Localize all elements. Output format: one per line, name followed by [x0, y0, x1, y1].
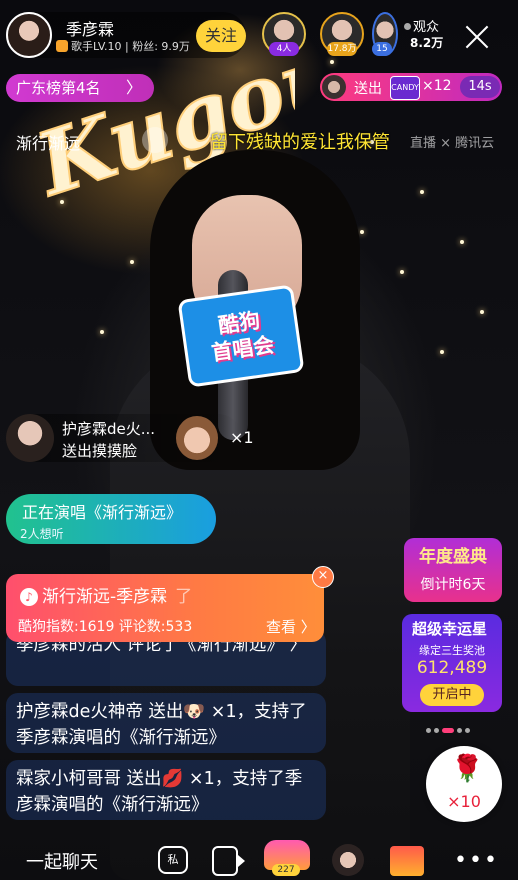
crown-count: 227	[272, 864, 300, 876]
light-dot	[440, 350, 444, 354]
candy-gift-icon: CANDY	[390, 76, 420, 100]
rose-icon: 🌹	[451, 754, 484, 784]
watermark: 直播 × 腾讯云	[410, 136, 495, 151]
gift-notice: 送出 CANDY ×12 14s	[320, 73, 502, 101]
close-icon[interactable]	[462, 22, 492, 52]
timer-badge: 14s	[460, 76, 500, 98]
close-icon[interactable]: ×	[312, 566, 334, 588]
sender-avatar	[322, 75, 346, 99]
carousel-dots	[426, 718, 473, 737]
rank-badge[interactable]: 广东榜第4名〉	[6, 74, 154, 102]
host-stats: 歌手LV.10 | 粉丝: 9.9万	[56, 38, 190, 54]
chevron-right-icon: 〉	[125, 78, 142, 97]
audience-count: 8.2万	[410, 36, 444, 50]
gift-popup: 护彦霖de火... 送出摸摸脸 ×1	[6, 414, 254, 462]
lyric-previous: 渐行渐远	[16, 134, 81, 153]
audience-label[interactable]: 观众	[404, 16, 439, 35]
light-dot	[460, 240, 464, 244]
dog-gift-icon	[176, 416, 218, 460]
level-icon	[56, 40, 68, 52]
viewer-badge: 17.8万	[327, 42, 357, 56]
light-dot	[100, 330, 104, 334]
now-singing[interactable]: 正在演唱《渐行渐远》 2人想听	[6, 494, 216, 544]
view-button[interactable]: 查看 〉	[266, 616, 316, 637]
heart-icon[interactable]	[142, 127, 168, 153]
song-stats: 酷狗指数:1619 评论数:533	[18, 619, 193, 635]
viewer-badge: 15	[372, 42, 392, 56]
viewer-badge: 4人	[269, 42, 299, 56]
light-dot	[130, 260, 134, 264]
host-name: 季彦霖	[66, 20, 115, 39]
light-dot	[480, 310, 484, 314]
chat-message[interactable]: 护彦霖de火神帝 送出🐶 ×1，支持了季彦霖演唱的《渐行渐远》	[6, 693, 326, 753]
light-dot	[400, 270, 404, 274]
lucky-star-banner[interactable]: 超级幸运星 缘定三生奖池 612,489 开启中	[402, 614, 502, 712]
video-icon[interactable]	[212, 846, 245, 876]
mic-flag: 酷狗 首唱会	[177, 284, 305, 388]
chat-input[interactable]: 一起聊天	[26, 848, 98, 874]
chat-message[interactable]: 霖家小柯哥哥 送出💋 ×1，支持了季彦霖演唱的《渐行渐远》	[6, 760, 326, 820]
song-card[interactable]: ♪ 渐行渐远-季彦霖了 酷狗指数:1619 评论数:533 查看 〉 ×	[6, 566, 334, 642]
light-dot	[60, 200, 64, 204]
open-button[interactable]: 开启中	[420, 684, 484, 706]
sender-avatar[interactable]	[6, 414, 54, 462]
follow-button[interactable]: 关注	[196, 20, 246, 52]
user-avatar[interactable]	[332, 844, 364, 876]
light-dot	[420, 190, 424, 194]
annual-event-banner[interactable]: 年度盛典 倒计时6天	[404, 538, 502, 602]
host-info[interactable]: 季彦霖 歌手LV.10 | 粉丝: 9.9万 关注	[6, 12, 246, 58]
lyric-current: 留下残缺的爱让我保管	[210, 132, 390, 153]
audience-dot-icon	[404, 23, 411, 30]
host-avatar[interactable]	[6, 12, 52, 58]
message-icon[interactable]: 私	[158, 846, 188, 874]
more-icon[interactable]: •••	[454, 848, 499, 873]
light-dot	[360, 230, 364, 234]
music-note-icon: ♪	[20, 588, 38, 606]
gift-icon[interactable]	[390, 846, 424, 876]
rose-gift-button[interactable]: 🌹 ×10	[426, 746, 502, 822]
light-dot	[330, 60, 334, 64]
